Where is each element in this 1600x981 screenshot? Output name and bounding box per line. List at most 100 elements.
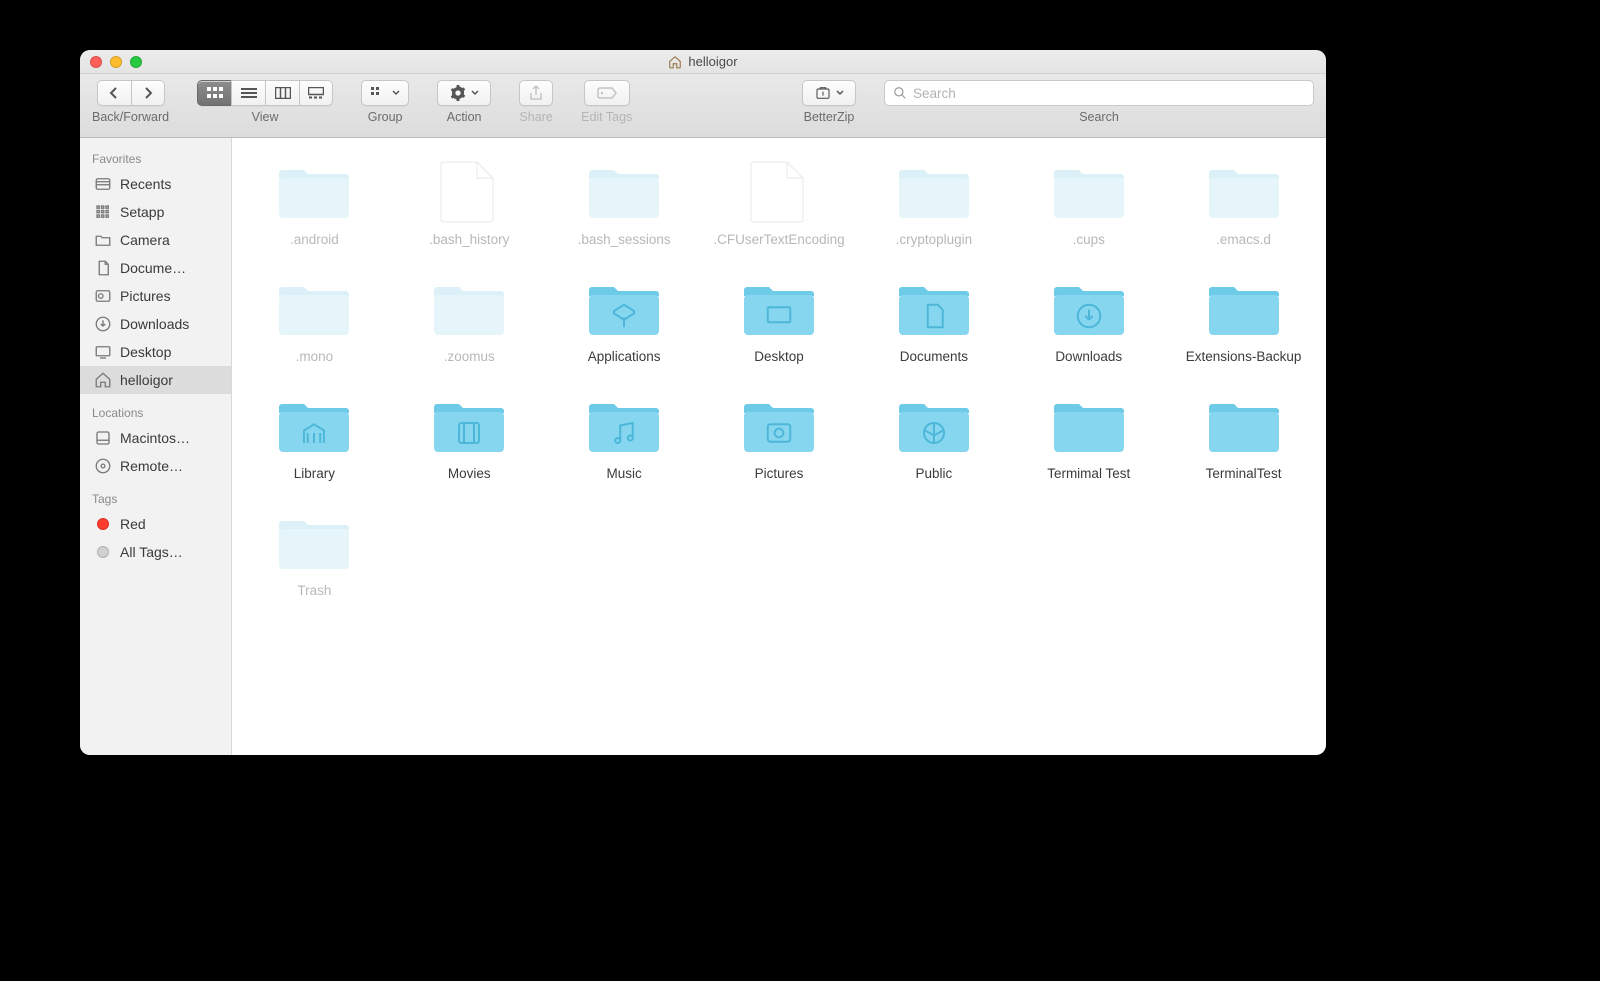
sidebar-section-favorites: Favorites bbox=[80, 146, 231, 170]
folder-icon bbox=[894, 273, 974, 341]
view-icons-button[interactable] bbox=[197, 80, 231, 106]
view-group: View bbox=[197, 80, 333, 124]
sidebar-item-downloads[interactable]: Downloads bbox=[80, 310, 231, 338]
sidebar-item-alltags[interactable]: All Tags… bbox=[80, 538, 231, 566]
file-item[interactable]: .bash_history bbox=[397, 156, 542, 249]
toolbar: Back/Forward View Group Action bbox=[80, 74, 1326, 138]
window-controls bbox=[90, 56, 142, 68]
sidebar-item-setapp[interactable]: Setapp bbox=[80, 198, 231, 226]
file-item-label: Music bbox=[607, 466, 642, 483]
share-group: Share bbox=[519, 80, 553, 124]
search-input[interactable] bbox=[913, 86, 1305, 101]
nav-group: Back/Forward bbox=[92, 80, 169, 124]
folder-icon bbox=[429, 390, 509, 458]
file-item-label: Extensions-Backup bbox=[1186, 349, 1302, 366]
sidebar-item-helloigor[interactable]: helloigor bbox=[80, 366, 231, 394]
file-item[interactable]: Documents bbox=[861, 273, 1006, 366]
disk-icon bbox=[94, 429, 112, 447]
action-label: Action bbox=[447, 110, 482, 124]
folder-icon bbox=[1204, 273, 1284, 341]
file-item[interactable]: Public bbox=[861, 390, 1006, 483]
home-icon bbox=[94, 371, 112, 389]
file-item-label: .zoomus bbox=[444, 349, 495, 366]
folder-icon bbox=[274, 156, 354, 224]
sidebar-item-label: Setapp bbox=[120, 204, 164, 220]
group-label: Group bbox=[368, 110, 403, 124]
file-item[interactable]: Pictures bbox=[707, 390, 852, 483]
folder-icon bbox=[894, 156, 974, 224]
folder-icon bbox=[429, 273, 509, 341]
file-item-label: .cups bbox=[1073, 232, 1105, 249]
group-button[interactable] bbox=[361, 80, 409, 106]
sidebar: Favorites Recents Setapp Camera Docume… Pict… bbox=[80, 138, 232, 755]
sidebar-item-label: Downloads bbox=[120, 316, 189, 332]
pictures-icon bbox=[94, 287, 112, 305]
folder-icon bbox=[1049, 390, 1129, 458]
downloads-icon bbox=[94, 315, 112, 333]
file-item[interactable]: .cryptoplugin bbox=[861, 156, 1006, 249]
file-item[interactable]: .emacs.d bbox=[1171, 156, 1316, 249]
view-columns-button[interactable] bbox=[265, 80, 299, 106]
view-label: View bbox=[252, 110, 279, 124]
file-item[interactable]: Downloads bbox=[1016, 273, 1161, 366]
minimize-window-button[interactable] bbox=[110, 56, 122, 68]
content-area[interactable]: .android .bash_history .bash_sessions.CFU… bbox=[232, 138, 1326, 755]
sidebar-item-pictures[interactable]: Pictures bbox=[80, 282, 231, 310]
fullscreen-window-button[interactable] bbox=[130, 56, 142, 68]
file-item-label: Library bbox=[294, 466, 335, 483]
action-group: Action bbox=[437, 80, 491, 124]
sidebar-section-tags: Tags bbox=[80, 486, 231, 510]
folder-icon bbox=[739, 273, 819, 341]
betterzip-label: BetterZip bbox=[804, 110, 855, 124]
nav-label: Back/Forward bbox=[92, 110, 169, 124]
folder-icon bbox=[584, 390, 664, 458]
back-button[interactable] bbox=[97, 80, 131, 106]
file-item[interactable]: Termimal Test bbox=[1016, 390, 1161, 483]
share-label: Share bbox=[519, 110, 552, 124]
sidebar-item-label: Recents bbox=[120, 176, 171, 192]
file-item[interactable]: .mono bbox=[242, 273, 387, 366]
file-item[interactable]: Desktop bbox=[707, 273, 852, 366]
sidebar-item-docume[interactable]: Docume… bbox=[80, 254, 231, 282]
sidebar-item-label: Docume… bbox=[120, 260, 186, 276]
file-item[interactable]: Extensions-Backup bbox=[1171, 273, 1316, 366]
file-item[interactable]: Trash bbox=[242, 507, 387, 600]
file-item[interactable]: Applications bbox=[552, 273, 697, 366]
file-item[interactable]: TerminalTest bbox=[1171, 390, 1316, 483]
view-gallery-button[interactable] bbox=[299, 80, 333, 106]
edit-tags-button[interactable] bbox=[584, 80, 630, 106]
view-list-button[interactable] bbox=[231, 80, 265, 106]
file-item[interactable]: Library bbox=[242, 390, 387, 483]
file-item[interactable]: Movies bbox=[397, 390, 542, 483]
folder-icon bbox=[1049, 273, 1129, 341]
betterzip-button[interactable] bbox=[802, 80, 856, 106]
search-label: Search bbox=[1079, 110, 1119, 124]
close-window-button[interactable] bbox=[90, 56, 102, 68]
file-item[interactable]: .android bbox=[242, 156, 387, 249]
file-item[interactable]: Music bbox=[552, 390, 697, 483]
sidebar-item-desktop[interactable]: Desktop bbox=[80, 338, 231, 366]
file-item-label: Downloads bbox=[1055, 349, 1122, 366]
folder-icon bbox=[1204, 156, 1284, 224]
folder-icon bbox=[94, 231, 112, 249]
file-item[interactable]: .bash_sessions bbox=[552, 156, 697, 249]
sidebar-item-macintos[interactable]: Macintos… bbox=[80, 424, 231, 452]
forward-button[interactable] bbox=[131, 80, 165, 106]
file-item[interactable]: .cups bbox=[1016, 156, 1161, 249]
sidebar-item-label: helloigor bbox=[120, 372, 173, 388]
action-button[interactable] bbox=[437, 80, 491, 106]
documents-icon bbox=[94, 259, 112, 277]
share-button[interactable] bbox=[519, 80, 553, 106]
sidebar-item-camera[interactable]: Camera bbox=[80, 226, 231, 254]
sidebar-item-red[interactable]: Red bbox=[80, 510, 231, 538]
sidebar-item-recents[interactable]: Recents bbox=[80, 170, 231, 198]
file-item[interactable]: .zoomus bbox=[397, 273, 542, 366]
file-icon bbox=[739, 156, 819, 224]
folder-icon bbox=[584, 156, 664, 224]
window-title: helloigor bbox=[668, 54, 737, 69]
folder-icon bbox=[274, 273, 354, 341]
search-field[interactable] bbox=[884, 80, 1314, 106]
file-item-label: .bash_history bbox=[429, 232, 509, 249]
file-item[interactable]: .CFUserTextEncoding bbox=[707, 156, 852, 249]
sidebar-item-remote[interactable]: Remote… bbox=[80, 452, 231, 480]
